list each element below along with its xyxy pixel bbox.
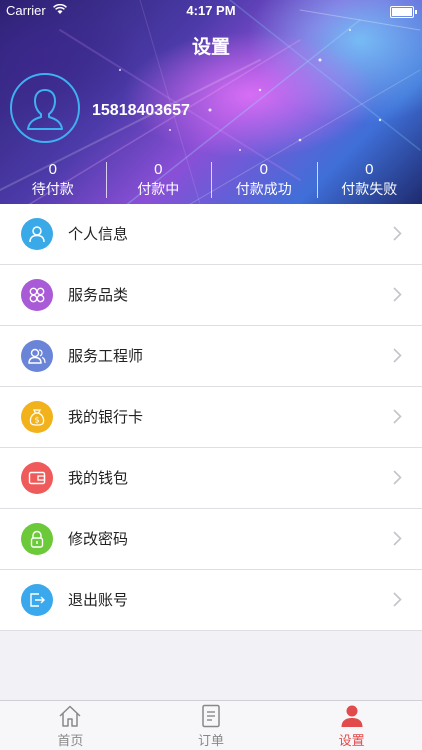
chevron-right-icon <box>393 226 402 241</box>
stat-label: 付款中 <box>137 182 180 198</box>
page-title: 设置 <box>191 36 230 58</box>
stat-label: 待付款 <box>31 182 74 198</box>
logout-icon <box>30 593 45 607</box>
stat-count: 0 <box>365 161 374 178</box>
menu-item-label: 我的钱包 <box>68 469 129 487</box>
svg-text:$: $ <box>34 416 39 425</box>
stat-payment-success[interactable]: 0 付款成功 <box>211 160 317 204</box>
profile-icon <box>341 705 363 727</box>
tab-settings[interactable]: 设置 <box>281 701 422 750</box>
user-phone: 15818403657 <box>92 102 190 119</box>
stat-pending-payment[interactable]: 0 待付款 <box>0 160 106 204</box>
profile-header: Carrier 4:17 PM 设置 15818403657 0 待付款 0 付… <box>0 0 422 204</box>
categories-icon <box>29 287 45 303</box>
menu-item-personal-info[interactable]: 个人信息 <box>0 204 422 265</box>
menu-item-bank-card[interactable]: $ 我的银行卡 <box>0 387 422 448</box>
tab-orders[interactable]: 订单 <box>141 701 282 750</box>
menu-item-service-categories[interactable]: 服务品类 <box>0 265 422 326</box>
engineer-icon <box>28 348 46 364</box>
tab-bar: 首页 订单 设置 <box>0 700 422 750</box>
stat-label: 付款失败 <box>341 182 398 198</box>
stat-count: 0 <box>154 161 163 178</box>
menu-icon-bg <box>21 218 53 250</box>
chevron-right-icon <box>393 592 402 607</box>
chevron-right-icon <box>393 409 402 424</box>
avatar-person-icon <box>27 89 63 130</box>
menu-item-change-password[interactable]: 修改密码 <box>0 509 422 570</box>
person-icon <box>29 226 45 243</box>
stat-count: 0 <box>48 161 57 178</box>
battery-icon <box>390 6 417 18</box>
menu-icon-bg: $ <box>21 401 53 433</box>
tab-home[interactable]: 首页 <box>0 701 141 750</box>
menu-item-logout[interactable]: 退出账号 <box>0 570 422 631</box>
menu-item-label: 服务工程师 <box>68 347 144 365</box>
wallet-icon <box>28 471 46 485</box>
menu-icon-bg <box>21 279 53 311</box>
tab-label: 首页 <box>57 734 84 749</box>
payment-stats: 0 待付款 0 付款中 0 付款成功 0 付款失败 <box>0 160 422 204</box>
tab-label: 订单 <box>198 734 225 749</box>
home-icon <box>59 705 81 727</box>
menu-item-label: 修改密码 <box>68 530 129 548</box>
menu-item-wallet[interactable]: 我的钱包 <box>0 448 422 509</box>
stat-count: 0 <box>259 161 268 178</box>
menu-item-label: 我的银行卡 <box>68 408 144 426</box>
chevron-right-icon <box>393 287 402 302</box>
menu-icon-bg <box>21 523 53 555</box>
menu-item-label: 个人信息 <box>68 225 129 243</box>
orders-icon <box>202 704 220 728</box>
menu-item-label: 退出账号 <box>68 591 129 609</box>
menu-icon-bg <box>21 584 53 616</box>
menu-icon-bg <box>21 462 53 494</box>
lock-icon <box>30 530 44 548</box>
status-bar: Carrier 4:17 PM <box>0 0 422 22</box>
stat-paying[interactable]: 0 付款中 <box>105 160 212 204</box>
chevron-right-icon <box>393 348 402 363</box>
chevron-right-icon <box>393 470 402 485</box>
menu-item-label: 服务品类 <box>68 286 129 304</box>
chevron-right-icon <box>393 531 402 546</box>
tab-label: 设置 <box>338 734 365 749</box>
money-bag-icon: $ <box>29 409 45 426</box>
menu-item-service-engineer[interactable]: 服务工程师 <box>0 326 422 387</box>
avatar[interactable] <box>10 73 80 143</box>
stat-payment-failed[interactable]: 0 付款失败 <box>316 160 422 204</box>
status-time: 4:17 PM <box>186 3 236 18</box>
menu-icon-bg <box>21 340 53 372</box>
stat-label: 付款成功 <box>235 182 292 198</box>
settings-menu: 个人信息 服务品类 服务工程师 $ 我的银行卡 我的钱包 修改密码 退出账号 <box>0 204 422 631</box>
